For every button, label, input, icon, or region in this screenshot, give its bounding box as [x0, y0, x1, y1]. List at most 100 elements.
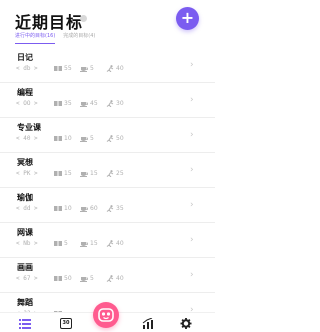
goal-code: < db > — [16, 65, 38, 72]
goal-name: 舞蹈 — [17, 298, 33, 307]
goal-stat-value: 10 — [64, 205, 72, 212]
run-icon — [106, 170, 114, 177]
tab-in-progress[interactable]: 进行中的目标(16) — [15, 32, 56, 44]
chevron-right-icon: › — [190, 130, 194, 140]
calendar-icon[interactable]: 30 — [60, 318, 72, 329]
goal-stat-value: 5 — [90, 275, 94, 282]
goal-stat-value: 45 — [90, 100, 98, 107]
book-icon — [54, 101, 62, 106]
goal-name: 冥想 — [17, 158, 33, 167]
goal-stat-value: 50 — [64, 275, 72, 282]
cup-icon — [80, 242, 88, 247]
goal-stat: 35 — [106, 205, 132, 212]
emoji-icon — [98, 308, 114, 322]
emoji-button[interactable] — [93, 302, 119, 328]
goal-stat-value: 40 — [116, 240, 124, 247]
goal-stat-value: 35 — [116, 205, 124, 212]
cup-icon — [80, 277, 88, 282]
goal-stat: 50 — [54, 275, 80, 282]
goal-stat-value: 15 — [90, 170, 98, 177]
goal-stat-value: 15 — [64, 170, 72, 177]
chevron-right-icon: › — [190, 200, 194, 210]
goal-stat: 55 — [54, 65, 80, 72]
goal-stat-value: 25 — [116, 170, 124, 177]
add-goal-button[interactable]: + — [176, 7, 199, 30]
goal-name: 网课 — [17, 228, 33, 237]
goal-stat: 15 — [80, 240, 106, 247]
goal-stat-value: 5 — [90, 135, 94, 142]
book-icon — [54, 66, 62, 71]
book-icon — [54, 136, 62, 141]
goal-stat: 45 — [80, 100, 106, 107]
goal-meta: < dd > 10 60 35 — [16, 205, 132, 212]
tab-completed[interactable]: 完成的目标(4) — [63, 32, 95, 44]
goal-meta: < db >55 5 40 — [16, 65, 132, 72]
goal-stat-value: 50 — [116, 135, 124, 142]
goal-meta: < 67 > 50 5 40 — [16, 275, 132, 282]
goal-item[interactable]: 专业课 < 40 > 10 5 50 › — [0, 118, 215, 153]
goal-code: < PK > — [16, 170, 38, 177]
stats-icon[interactable] — [142, 318, 154, 329]
goal-item[interactable]: 日记 < db >55 5 40 › — [0, 48, 215, 83]
goal-stat: 15 — [80, 170, 106, 177]
run-icon — [106, 100, 114, 107]
goal-meta: < 40 > 10 5 50 — [16, 135, 132, 142]
run-icon — [106, 275, 114, 282]
goal-code: < 67 > — [16, 275, 38, 282]
chevron-right-icon: › — [190, 95, 194, 105]
chevron-right-icon: › — [190, 165, 194, 175]
goal-item[interactable]: 编程 < OO > 35 45 30 › — [0, 83, 215, 118]
goal-stat: 10 — [54, 205, 80, 212]
goal-stat: 40 — [106, 65, 132, 72]
goal-stat: 15 — [54, 170, 80, 177]
goal-list: 日记 < db >55 5 40 › 编程 < OO >35 45 30 › 专业课 < 40 >10… — [0, 48, 215, 328]
goal-stat-value: 5 — [64, 240, 68, 247]
cup-icon — [80, 172, 88, 177]
chevron-right-icon: › — [190, 60, 194, 70]
goal-stat: 5 — [80, 65, 106, 72]
goal-stat-value: 55 — [64, 65, 72, 72]
book-icon — [54, 206, 62, 211]
goal-code: < OO > — [16, 100, 38, 107]
book-icon — [54, 276, 62, 281]
run-icon — [106, 240, 114, 247]
status-dot — [80, 15, 87, 22]
chevron-right-icon: › — [190, 235, 194, 245]
goal-item[interactable]: 画画 < 67 > 50 5 40 › — [0, 258, 215, 293]
goal-stat-value: 40 — [116, 275, 124, 282]
goal-stat: 60 — [80, 205, 106, 212]
goal-stat-value: 40 — [116, 65, 124, 72]
goal-stat: 50 — [106, 135, 132, 142]
goal-meta: < OO > 35 45 30 — [16, 100, 132, 107]
cup-icon — [80, 67, 88, 72]
goal-stat: 35 — [54, 100, 80, 107]
list-icon[interactable] — [19, 318, 31, 329]
calendar-day: 30 — [62, 320, 70, 326]
goal-name: 画画 — [17, 263, 33, 272]
goal-stat: 25 — [106, 170, 132, 177]
goal-item[interactable]: 冥想 < PK > 15 15 25 › — [0, 153, 215, 188]
cup-icon — [80, 102, 88, 107]
goal-item[interactable]: 网课 < Nb > 5 15 40 › — [0, 223, 215, 258]
goal-stat: 5 — [54, 240, 80, 247]
goal-stat: 5 — [80, 135, 106, 142]
run-icon — [106, 65, 114, 72]
goal-meta: < PK > 15 15 25 — [16, 170, 132, 177]
goal-stat-value: 15 — [90, 240, 98, 247]
goal-code: < 40 > — [16, 135, 38, 142]
book-icon — [54, 241, 62, 246]
goal-stat-value: 10 — [64, 135, 72, 142]
goal-stat: 10 — [54, 135, 80, 142]
settings-icon[interactable] — [180, 318, 192, 329]
goal-name: 编程 — [17, 88, 33, 97]
goal-stat: 40 — [106, 275, 132, 282]
goal-stat-value: 5 — [90, 65, 94, 72]
book-icon — [54, 171, 62, 176]
goal-stat-value: 30 — [116, 100, 124, 107]
goal-stat: 30 — [106, 100, 132, 107]
goal-code: < dd > — [16, 205, 38, 212]
goal-stat: 5 — [80, 275, 106, 282]
cup-icon — [80, 137, 88, 142]
goal-item[interactable]: 瑜伽 < dd > 10 60 35 › — [0, 188, 215, 223]
goal-stat-value: 60 — [90, 205, 98, 212]
